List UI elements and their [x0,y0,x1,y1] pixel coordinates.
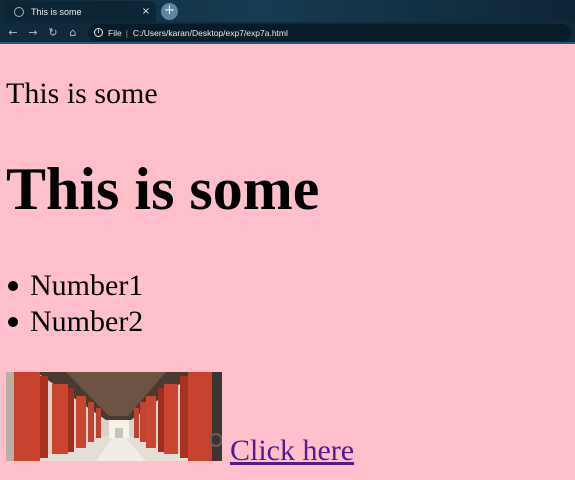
bullet-list: Number1 Number2 [6,268,143,340]
page-heading: This is some [6,156,320,222]
browser-chrome: This is some × + ← → ↻ ⌂ i File | C:/Use… [0,0,575,44]
list-item-label: Number2 [30,305,144,338]
home-icon[interactable]: ⌂ [65,25,81,41]
close-icon[interactable]: × [138,6,154,17]
browser-toolbar: ← → ↻ ⌂ i File | C:/Users/karan/Desktop/… [0,22,575,44]
globe-icon [14,6,24,17]
paragraph-text: This is some [6,77,158,110]
click-here-link[interactable]: Click here [230,434,354,468]
corridor-photo-graphic [6,372,222,461]
new-tab-button[interactable]: + [161,3,178,20]
address-url[interactable]: C:/Users/karan/Desktop/exp7/exp7a.html [133,28,288,38]
address-bar[interactable]: i File | C:/Users/karan/Desktop/exp7/exp… [88,24,571,41]
tab-title: This is some [31,6,82,17]
forward-icon[interactable]: → [25,25,41,41]
list-item: Number1 [6,268,143,304]
bullet-icon [8,317,18,327]
reload-icon[interactable]: ↻ [45,25,61,41]
list-item: Number2 [6,304,143,340]
info-icon[interactable]: i [94,28,103,37]
browser-tab[interactable]: This is some × [4,1,156,22]
back-icon[interactable]: ← [5,25,21,41]
address-separator: | [125,27,128,38]
list-item-label: Number1 [30,269,144,302]
bullet-icon [8,281,18,291]
corridor-photo [6,372,222,461]
scheme-label: File [108,27,122,38]
